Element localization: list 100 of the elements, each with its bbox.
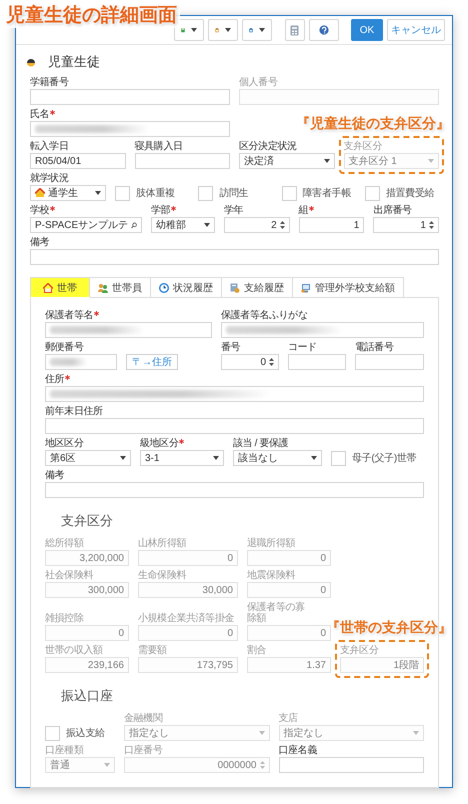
caret-icon — [259, 28, 265, 32]
section-heading: 振込口座 — [60, 687, 114, 705]
checkbox[interactable] — [115, 186, 130, 200]
field-label: 生命保険料 — [138, 570, 186, 581]
caret-icon — [95, 191, 101, 195]
calculator-button[interactable] — [285, 19, 305, 41]
text-field[interactable] — [45, 354, 117, 370]
tab[interactable]: 状況履歴 — [151, 277, 222, 298]
checkbox[interactable] — [198, 186, 214, 200]
text-field[interactable]: R05/04/01 — [30, 153, 126, 169]
field-label: 電話番号 — [355, 342, 394, 353]
text-field[interactable] — [278, 757, 424, 773]
dropdown[interactable]: 第6区 — [45, 450, 131, 466]
caret-icon — [258, 731, 264, 735]
checkbox[interactable] — [282, 186, 296, 200]
field-label: 備考 — [45, 470, 64, 481]
field-label: 総所得額 — [45, 538, 84, 549]
text-field[interactable] — [30, 121, 230, 137]
caret-icon — [324, 159, 330, 163]
people-icon — [98, 282, 108, 292]
checkbox-label: 障害者手帳 — [302, 186, 352, 200]
checkbox-label: 肢体重複 — [136, 186, 175, 200]
field-label: 番号 — [221, 342, 240, 353]
field-label: 前年末日住所 — [45, 406, 103, 417]
caret-icon — [225, 28, 231, 32]
text-field[interactable] — [45, 322, 212, 338]
field-label: 支店 — [278, 713, 298, 724]
field-label: 支弁区分 — [340, 645, 378, 656]
menu-button[interactable] — [208, 19, 238, 41]
checkbox[interactable] — [364, 186, 380, 200]
field-label: 雑損控除 — [45, 613, 84, 624]
field-label: 保護者等名ふりがな — [221, 310, 308, 321]
caret-icon — [413, 731, 419, 735]
field-label: 小規模企業共済等掛金 — [138, 613, 234, 624]
field-label: 口座種類 — [45, 745, 84, 756]
text-field[interactable] — [45, 386, 424, 402]
text-field[interactable] — [45, 482, 424, 498]
field-label: 個人番号 — [239, 77, 278, 88]
search-field[interactable]: P-SPACEサンプルテ — [30, 217, 142, 233]
cancel-button[interactable]: キャンセル — [387, 19, 445, 41]
menu-button[interactable] — [242, 19, 272, 41]
field-label: 出席番号 — [373, 205, 412, 216]
spinner-arrows-icon — [280, 220, 285, 230]
field-label: 区分決定状況 — [239, 141, 297, 152]
text-field[interactable] — [30, 249, 439, 265]
ok-button[interactable]: OK — [351, 19, 383, 41]
dropdown[interactable]: 通学生 — [30, 185, 106, 201]
annotation-title: 児童生徒の詳細画面 — [3, 2, 180, 28]
search-icon — [131, 220, 137, 230]
number-field[interactable]: 1 — [373, 217, 439, 233]
field-label: 地震保険料 — [247, 570, 296, 581]
text-field[interactable] — [288, 354, 346, 370]
field-label: 需要額 — [138, 645, 167, 656]
tab[interactable]: 支給履歴 — [222, 277, 293, 298]
section-heading: 支弁区分 — [60, 512, 114, 530]
house-icon — [35, 188, 45, 198]
text-field[interactable] — [45, 418, 424, 434]
spinner-arrows-icon — [260, 760, 264, 770]
spinner-arrows-icon — [428, 220, 434, 230]
field-label: 該当 / 要保護 — [233, 438, 288, 449]
text-field[interactable] — [355, 354, 424, 370]
field-label: 支弁区分 — [344, 141, 382, 152]
field-label: 学校 — [30, 205, 56, 216]
number-field[interactable]: 1 — [298, 217, 364, 233]
spinner-arrows-icon — [269, 357, 274, 367]
field-label: 氏名 — [30, 109, 56, 120]
field-label: 郵便番号 — [45, 342, 84, 353]
text-field[interactable] — [221, 322, 424, 338]
field-label: 級地区分 — [140, 438, 184, 449]
tab[interactable]: 世帯 — [30, 277, 90, 298]
text-field[interactable] — [30, 89, 230, 105]
checkbox-label: 措置費受給 — [386, 186, 434, 200]
caret-icon — [120, 456, 126, 460]
help-icon — [319, 24, 329, 36]
monitor-icon — [301, 282, 311, 292]
house-icon — [43, 282, 53, 292]
dropdown[interactable]: 幼稚部 — [151, 217, 215, 233]
field-label: 学部 — [151, 205, 176, 216]
checkbox[interactable] — [331, 450, 346, 466]
calculator-icon — [290, 24, 300, 36]
callout-text: 『児童生徒の支弁区分』 — [296, 115, 450, 133]
number-field[interactable]: 2 — [224, 217, 290, 233]
number-field[interactable]: 0 — [221, 354, 279, 370]
checkbox[interactable] — [45, 726, 60, 740]
address-button[interactable]: 〒→住所 — [126, 354, 178, 370]
field-label: 退職所得額 — [247, 538, 296, 549]
page-heading: 児童生徒 — [48, 53, 100, 71]
field-label: 学年 — [224, 205, 244, 216]
field-label: 山林所得額 — [138, 538, 186, 549]
field-label: 就学状況 — [30, 173, 68, 184]
dropdown[interactable]: 該当なし — [233, 450, 322, 466]
text-field[interactable] — [134, 153, 230, 169]
tab[interactable]: 世帯員 — [90, 277, 151, 298]
field-label: コード — [288, 342, 317, 353]
help-button[interactable] — [309, 19, 339, 41]
field-label: 口座番号 — [124, 745, 162, 756]
tab[interactable]: 管理外学校支給額 — [293, 277, 404, 298]
checkbox-label: 母子(父子)世帯 — [352, 452, 416, 465]
dropdown[interactable]: 3-1 — [140, 450, 224, 466]
dropdown[interactable]: 決定済 — [239, 153, 334, 169]
